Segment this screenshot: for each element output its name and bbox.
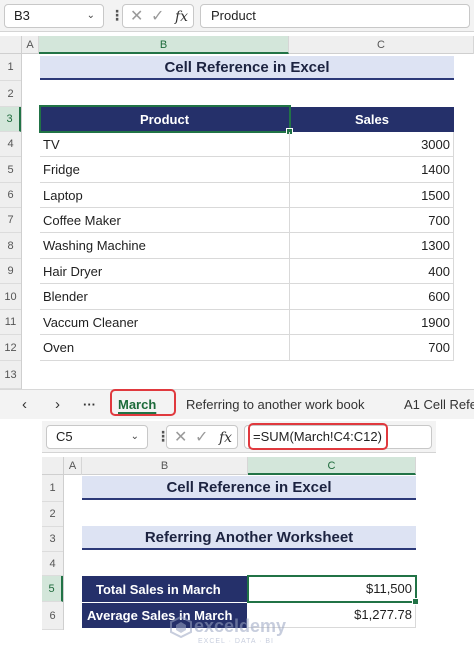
formula-buttons-bottom: ✕ ✓ fx: [166, 425, 238, 449]
section-subtitle[interactable]: Referring Another Worksheet: [82, 526, 416, 550]
row-header-13[interactable]: 13: [0, 361, 21, 389]
formula-buttons: ✕ ✓ fx: [122, 4, 194, 28]
column-header-a[interactable]: A: [22, 36, 39, 54]
name-box-bottom[interactable]: C5 ⌄: [46, 425, 148, 449]
row-header-8[interactable]: 8: [0, 233, 21, 259]
sheet-title[interactable]: Cell Reference in Excel: [40, 56, 454, 80]
sales-cell[interactable]: 700: [290, 208, 454, 233]
corner-select-all[interactable]: [0, 36, 22, 54]
sales-cell[interactable]: 700: [290, 335, 454, 361]
column-header-b[interactable]: B: [82, 457, 248, 475]
product-cell[interactable]: Blender: [40, 284, 290, 310]
sales-cell[interactable]: 1300: [290, 233, 454, 259]
sales-cell[interactable]: 400: [290, 259, 454, 284]
row-header-7[interactable]: 7: [0, 208, 21, 233]
row-header-5[interactable]: 5: [0, 157, 21, 183]
insert-function-icon[interactable]: fx: [175, 7, 188, 27]
row-header-2[interactable]: 2: [0, 81, 21, 107]
summary-label[interactable]: Total Sales in March: [82, 576, 248, 602]
tab-referring-to-another-work-book[interactable]: Referring to another work book: [186, 395, 364, 415]
sales-cell[interactable]: 1500: [290, 183, 454, 208]
sales-cell[interactable]: 1400: [290, 157, 454, 183]
row-header-1[interactable]: 1: [42, 475, 63, 502]
exceldemy-logo-icon: [170, 616, 192, 638]
cancel-icon[interactable]: ✕: [174, 428, 187, 448]
enter-icon[interactable]: ✓: [195, 428, 208, 448]
name-box-value: C5: [56, 429, 73, 444]
row-header-4[interactable]: 4: [0, 132, 21, 157]
cancel-icon[interactable]: ✕: [130, 7, 143, 27]
insert-function-icon[interactable]: fx: [219, 428, 232, 448]
sales-cell[interactable]: 3000: [290, 132, 454, 157]
row-headers-top: 1 2 3 4 5 6 7 8 9 10 11 12 13: [0, 54, 22, 389]
corner-select-all-bottom[interactable]: [42, 457, 64, 475]
exceldemy-watermark: exceldemy EXCEL · DATA · BI: [170, 614, 330, 652]
row-header-11[interactable]: 11: [0, 310, 21, 335]
more-sheets-icon[interactable]: ···: [83, 396, 96, 414]
product-cell[interactable]: Washing Machine: [40, 233, 290, 259]
sales-cell[interactable]: 600: [290, 284, 454, 310]
row-header-1[interactable]: 1: [0, 54, 21, 81]
product-cell[interactable]: Hair Dryer: [40, 259, 290, 284]
product-cell[interactable]: Laptop: [40, 183, 290, 208]
next-sheet-icon[interactable]: ›: [55, 396, 60, 414]
formula-input[interactable]: Product: [200, 4, 470, 28]
column-header-c[interactable]: C: [248, 457, 416, 475]
row-header-6[interactable]: 6: [42, 602, 63, 630]
sheet-title-bottom[interactable]: Cell Reference in Excel: [82, 476, 416, 500]
header-sales[interactable]: Sales: [290, 107, 454, 132]
name-box-value: B3: [14, 8, 30, 23]
row-header-12[interactable]: 12: [0, 335, 21, 361]
chevron-down-icon[interactable]: ⌄: [131, 426, 139, 448]
product-cell[interactable]: TV: [40, 132, 290, 157]
sheet-tab-bar: ‹ › ··· March Referring to another work …: [0, 389, 474, 419]
tab-a1-cell-reference[interactable]: A1 Cell Refe: [404, 395, 474, 415]
row-header-4[interactable]: 4: [42, 552, 63, 576]
chevron-down-icon[interactable]: ⌄: [87, 5, 95, 27]
summary-value[interactable]: $11,500: [248, 576, 416, 602]
product-cell[interactable]: Oven: [40, 335, 290, 361]
column-headers-bottom: A B C: [64, 457, 416, 475]
column-headers-top: A B C: [22, 36, 474, 54]
product-cell[interactable]: Fridge: [40, 157, 290, 183]
row-header-3[interactable]: 3: [0, 107, 21, 132]
previous-sheet-icon[interactable]: ‹: [22, 396, 27, 414]
row-headers-bottom: 1 2 3 4 5 6: [42, 475, 64, 630]
sales-cell[interactable]: 1900: [290, 310, 454, 335]
row-header-9[interactable]: 9: [0, 259, 21, 284]
name-box[interactable]: B3 ⌄: [4, 4, 104, 28]
row-header-5[interactable]: 5: [42, 576, 63, 602]
row-header-6[interactable]: 6: [0, 183, 21, 208]
column-header-a[interactable]: A: [64, 457, 82, 475]
formula-input-bottom[interactable]: =SUM(March!C4:C12): [244, 425, 432, 449]
product-cell[interactable]: Coffee Maker: [40, 208, 290, 233]
watermark-name: exceldemy: [194, 616, 287, 636]
column-header-c[interactable]: C: [289, 36, 474, 54]
tab-march[interactable]: March: [118, 395, 156, 415]
row-header-10[interactable]: 10: [0, 284, 21, 310]
header-product[interactable]: Product: [40, 107, 290, 132]
column-header-b[interactable]: B: [39, 36, 289, 54]
formula-bar-top: B3 ⌄ ⋮ ✕ ✓ fx Product: [0, 0, 474, 32]
kebab-icon[interactable]: ⋮: [110, 6, 124, 24]
kebab-icon[interactable]: ⋮: [156, 427, 170, 445]
row-header-3[interactable]: 3: [42, 527, 63, 552]
row-header-2[interactable]: 2: [42, 502, 63, 527]
enter-icon[interactable]: ✓: [151, 7, 164, 27]
watermark-tagline: EXCEL · DATA · BI: [198, 638, 274, 645]
product-cell[interactable]: Vaccum Cleaner: [40, 310, 290, 335]
formula-bar-bottom: C5 ⌄ ⋮ ✕ ✓ fx =SUM(March!C4:C12): [42, 421, 436, 453]
